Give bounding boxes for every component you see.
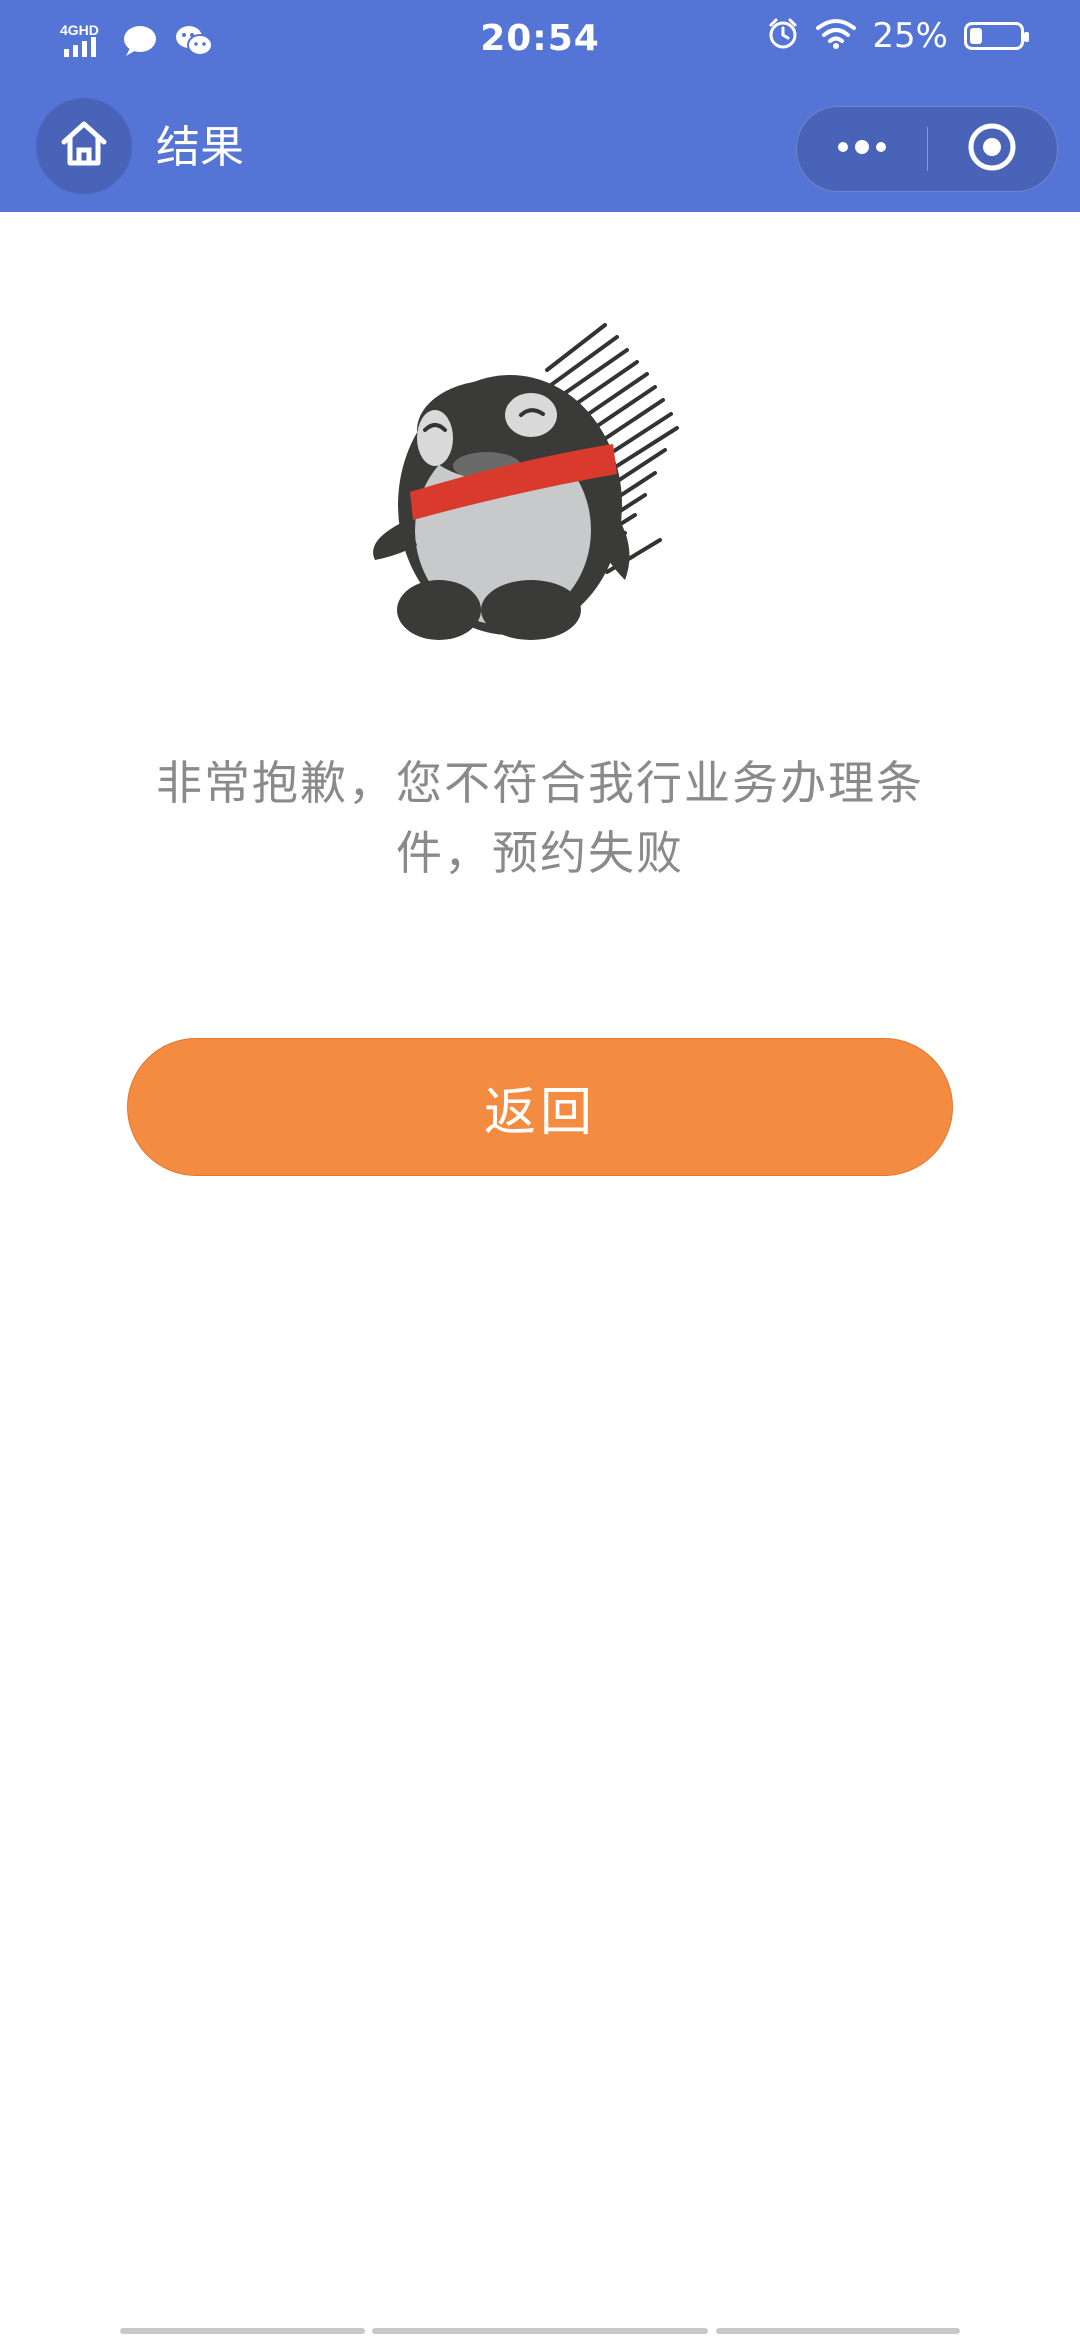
home-button[interactable] bbox=[36, 98, 132, 194]
battery-icon bbox=[964, 22, 1029, 50]
target-icon bbox=[967, 122, 1017, 176]
back-button[interactable]: 返回 bbox=[127, 1038, 953, 1176]
nav-bar: 结果 bbox=[0, 98, 1080, 198]
header-bar: 4GHD 20:54 25% 结果 bbox=[0, 0, 1080, 212]
penguin-illustration bbox=[355, 310, 725, 660]
bottom-indicator-center bbox=[372, 2328, 708, 2334]
close-button[interactable] bbox=[928, 107, 1058, 191]
status-bar: 4GHD 20:54 25% bbox=[0, 0, 1080, 86]
battery-fill bbox=[970, 28, 982, 44]
result-message: 非常抱歉，您不符合我行业务办理条件，预约失败 bbox=[156, 756, 924, 880]
page-title: 结果 bbox=[156, 122, 244, 173]
more-icon bbox=[834, 137, 890, 161]
home-icon bbox=[59, 120, 109, 172]
more-button[interactable] bbox=[797, 107, 927, 191]
bottom-indicator-right bbox=[716, 2328, 960, 2334]
mini-program-capsule bbox=[796, 106, 1058, 192]
wifi-icon bbox=[816, 18, 857, 54]
status-right: 25% bbox=[766, 16, 1029, 56]
battery-percent: 25% bbox=[872, 16, 948, 56]
alarm-icon bbox=[766, 17, 800, 55]
bottom-indicator-left bbox=[120, 2328, 365, 2334]
